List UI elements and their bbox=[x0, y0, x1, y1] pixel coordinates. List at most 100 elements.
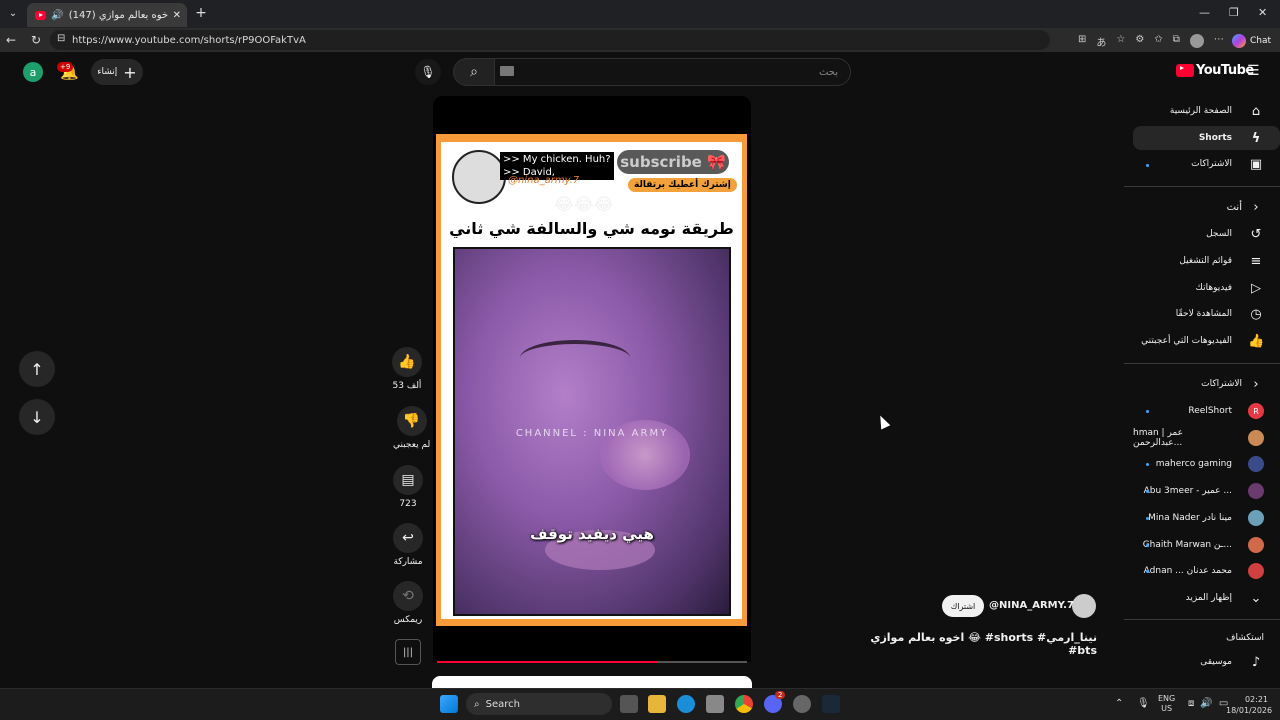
sidebar-item-your-videos[interactable]: فيديوهاتك ▷ bbox=[1133, 276, 1280, 300]
video-eye-detail bbox=[520, 340, 630, 376]
channel-avatar bbox=[1248, 483, 1264, 499]
microphone-icon[interactable]: 🎙 bbox=[1137, 698, 1150, 709]
hamburger-menu-icon[interactable]: ☰ bbox=[1247, 63, 1260, 79]
subscription-item[interactable]: Adnan ... محمد عدنان bbox=[1133, 559, 1280, 583]
share-icon: ↩ bbox=[402, 530, 414, 546]
browser-tab[interactable]: 🔊 (147) اخوه بعالم موازي 😂 #shorts# ✕ bbox=[27, 3, 187, 27]
like-button[interactable]: 👍 bbox=[392, 347, 422, 377]
sidebar-item-home[interactable]: الصفحة الرئيسية ⌂ bbox=[1133, 99, 1280, 123]
previous-short-button[interactable]: ↑ bbox=[19, 351, 55, 387]
clock[interactable]: 02:21 18/01/2026 bbox=[1226, 694, 1272, 716]
sidebar-item-music[interactable]: موسيقى ♪ bbox=[1133, 650, 1280, 674]
copilot-chat-button[interactable]: Chat bbox=[1232, 32, 1274, 50]
favorite-icon[interactable]: ☆ bbox=[1116, 34, 1125, 49]
section-title: استكشاف bbox=[1226, 633, 1264, 643]
new-content-dot bbox=[1146, 570, 1149, 573]
sidebar-item-label: السجل bbox=[1206, 229, 1232, 239]
app-icon[interactable] bbox=[793, 695, 811, 713]
collections-icon[interactable]: ⧉ bbox=[1173, 34, 1180, 49]
edge-browser-icon[interactable] bbox=[677, 695, 695, 713]
sound-waveform-icon[interactable]: ||| bbox=[395, 639, 421, 665]
close-window-icon[interactable]: ✕ bbox=[1258, 6, 1267, 19]
browser-tab-bar: ⌄ 🔊 (147) اخوه بعالم موازي 😂 #shorts# ✕ … bbox=[0, 0, 1280, 28]
url-text: https://www.youtube.com/shorts/rP9OOFakT… bbox=[72, 34, 306, 46]
close-tab-icon[interactable]: ✕ bbox=[173, 10, 181, 21]
search-button[interactable]: ⌕ bbox=[453, 58, 495, 86]
voice-search-icon[interactable]: 🎙 bbox=[415, 59, 441, 85]
language-indicator[interactable]: ENG US bbox=[1158, 694, 1175, 714]
translate-icon[interactable]: あ bbox=[1096, 34, 1106, 49]
dislike-button[interactable]: 👎 bbox=[396, 406, 427, 436]
extensions-icon[interactable]: ⚙ bbox=[1135, 34, 1144, 49]
video-icon: ▷ bbox=[1251, 280, 1261, 296]
subscription-item[interactable]: Ghaith Marwan ـن... bbox=[1133, 533, 1280, 557]
refresh-icon[interactable]: ↻ bbox=[31, 33, 41, 47]
system-tray[interactable]: ⧈ 🔊 ▭ bbox=[1188, 698, 1228, 709]
divider bbox=[1124, 186, 1280, 187]
sidebar-item-watch-later[interactable]: المشاهدة لاحقًا ◷ bbox=[1133, 302, 1280, 326]
file-explorer-icon[interactable] bbox=[648, 695, 666, 713]
audio-icon[interactable]: 🔊 bbox=[51, 10, 63, 21]
next-short-button[interactable]: ↓ bbox=[19, 399, 55, 435]
app-icon[interactable]: ⊞ bbox=[1078, 34, 1086, 49]
subscription-item[interactable]: Mina Nader مينا نادر bbox=[1133, 506, 1280, 530]
sidebar-item-shorts[interactable]: Shorts ϟ bbox=[1133, 126, 1280, 150]
you-section-header[interactable]: أنت › bbox=[1133, 195, 1280, 219]
subscription-item[interactable]: maherco gaming bbox=[1133, 452, 1280, 476]
share-action[interactable]: ↩ مشاركة bbox=[393, 523, 423, 567]
new-content-dot bbox=[1146, 164, 1149, 167]
subscribe-button[interactable]: اشتراك bbox=[942, 595, 984, 617]
tab-menu-icon[interactable]: ⌄ bbox=[6, 6, 20, 20]
task-view-icon[interactable] bbox=[620, 695, 638, 713]
steam-icon[interactable] bbox=[822, 695, 840, 713]
emoji-row: 😂😂😂 bbox=[554, 195, 614, 215]
profile-avatar[interactable] bbox=[1189, 34, 1204, 48]
site-info-icon[interactable]: ⊟ bbox=[57, 33, 65, 44]
remix-action[interactable]: ⟲ ريمكس bbox=[393, 581, 423, 625]
show-hidden-icons-icon[interactable]: ⌃ bbox=[1115, 698, 1123, 709]
language-code: ENG bbox=[1158, 694, 1176, 703]
more-icon[interactable]: ⋯ bbox=[1214, 34, 1224, 49]
subscription-item[interactable]: Abu 3meer - عمير ... bbox=[1133, 479, 1280, 503]
windows-start-icon[interactable] bbox=[440, 695, 458, 713]
youtube-logo[interactable]: YouTube bbox=[1176, 63, 1254, 78]
subscription-name: ReelShort bbox=[1188, 406, 1232, 416]
favorites-bar-icon[interactable]: ✩ bbox=[1154, 34, 1162, 49]
chat-label: Chat bbox=[1250, 36, 1272, 46]
video-headline: طريقة نومه شي والسالفة شي ثاني bbox=[449, 219, 734, 238]
share-button[interactable]: ↩ bbox=[393, 523, 423, 553]
show-more-button[interactable]: إظهار المزيد ⌄ bbox=[1133, 586, 1280, 610]
comments-action[interactable]: ▤ 723 bbox=[393, 465, 423, 509]
restore-icon[interactable]: ❐ bbox=[1229, 6, 1239, 19]
account-avatar[interactable]: a bbox=[23, 62, 43, 82]
dislike-action[interactable]: 👎 لم يعجبني bbox=[393, 406, 430, 450]
sidebar-item-liked-videos[interactable]: الفيديوهات التي أعجبتني 👍 bbox=[1133, 329, 1280, 353]
subscriptions-section-header[interactable]: الاشتراكات › bbox=[1133, 372, 1280, 396]
sidebar-item-history[interactable]: السجل ↺ bbox=[1133, 222, 1280, 246]
chrome-icon[interactable] bbox=[735, 695, 753, 713]
sidebar-item-subscriptions[interactable]: الاشتراكات ▣ bbox=[1133, 152, 1280, 176]
channel-name[interactable]: @NINA_ARMY.7 bbox=[989, 600, 1074, 611]
sidebar-item-label: قوائم التشغيل bbox=[1179, 256, 1232, 266]
taskbar-search[interactable]: ⌕ Search bbox=[466, 693, 612, 715]
dislike-label: لم يعجبني bbox=[393, 440, 431, 450]
mouse-cursor-icon bbox=[875, 413, 891, 430]
sidebar-item-playlists[interactable]: قوائم التشغيل ≡ bbox=[1133, 249, 1280, 273]
search-input[interactable]: بحث bbox=[494, 58, 851, 86]
short-title[interactable]: اخوه بعالم موازي 😂 #shorts #نينا_ارمي #b… bbox=[869, 631, 1097, 657]
like-action[interactable]: 👍 53 ألف bbox=[392, 347, 422, 391]
sidebar-item-label: Shorts bbox=[1198, 133, 1232, 143]
minimize-icon[interactable]: — bbox=[1199, 6, 1210, 19]
store-icon[interactable] bbox=[706, 695, 724, 713]
new-tab-icon[interactable]: + bbox=[194, 5, 208, 21]
keyboard-icon[interactable] bbox=[500, 66, 514, 76]
channel-avatar[interactable] bbox=[1072, 594, 1096, 618]
subscription-item[interactable]: ReelShort R bbox=[1133, 399, 1280, 423]
channel-avatar bbox=[1248, 456, 1264, 472]
back-icon[interactable]: ← bbox=[6, 33, 16, 47]
create-button[interactable]: إنشاء + bbox=[91, 59, 143, 85]
subscription-item[interactable]: hman | عمر عبدالرحمن... bbox=[1133, 426, 1280, 450]
comments-button[interactable]: ▤ bbox=[393, 465, 423, 495]
url-field[interactable]: ⊟ https://www.youtube.com/shorts/rP9OOFa… bbox=[50, 30, 1050, 50]
remix-button[interactable]: ⟲ bbox=[393, 581, 423, 611]
